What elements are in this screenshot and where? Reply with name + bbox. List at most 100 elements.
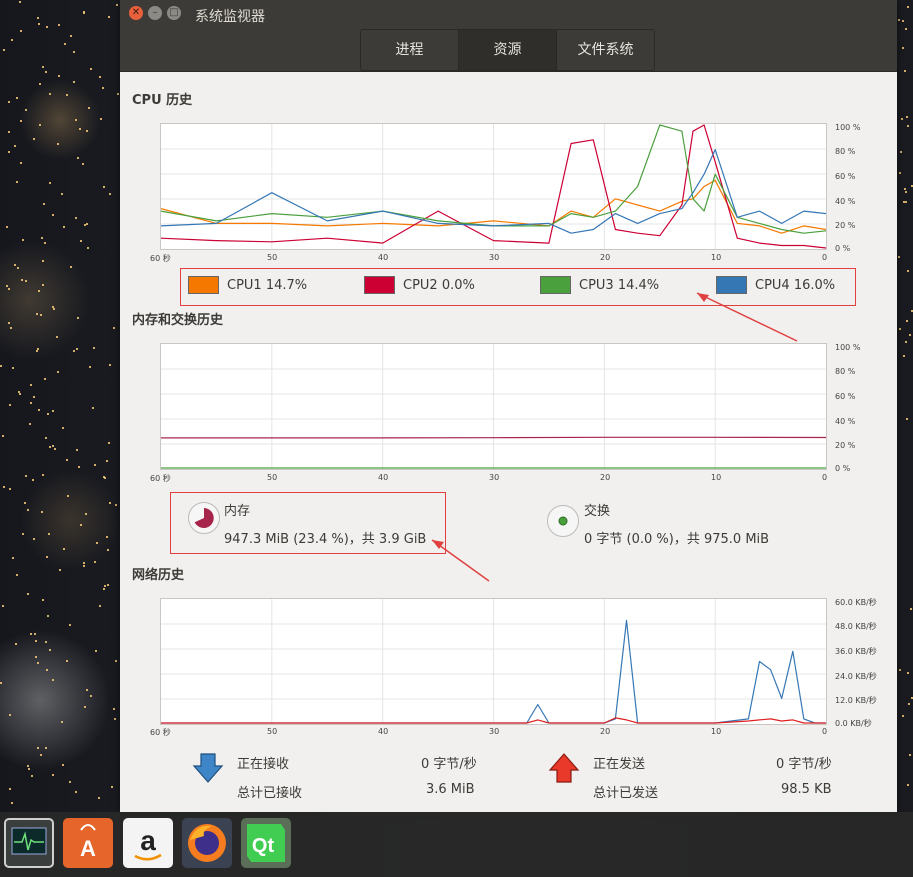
mem-ytick: 40 % <box>835 417 856 426</box>
city-light <box>38 289 41 292</box>
memory-pie-icon[interactable] <box>188 502 220 534</box>
maximize-window-icon[interactable]: □ <box>167 6 181 20</box>
city-light <box>46 669 49 672</box>
city-light <box>99 76 102 79</box>
city-light <box>75 217 78 220</box>
city-light <box>63 42 66 45</box>
network-history-title: 网络历史 <box>132 568 185 583</box>
city-light <box>51 213 54 216</box>
cpu1-color-swatch[interactable] <box>188 276 219 294</box>
cpu4-label: CPU4 <box>755 277 790 293</box>
city-light <box>39 753 42 756</box>
cpu-xtick: 50 <box>267 253 278 262</box>
city-light <box>26 765 29 768</box>
city-light <box>41 259 44 262</box>
city-light <box>905 28 908 31</box>
city-light <box>96 542 99 544</box>
mem-ytick: 60 % <box>835 392 856 401</box>
city-light <box>31 774 34 777</box>
send-arrow-icon[interactable] <box>548 752 580 784</box>
qt-creator-icon[interactable]: Qt <box>241 818 291 868</box>
city-light <box>95 649 98 652</box>
city-light <box>63 226 66 228</box>
legend-item-cpu4[interactable]: CPU4 16.0% <box>716 275 835 295</box>
cpu-xtick: 40 <box>378 253 389 262</box>
cpu-ytick: 100 % <box>835 123 861 132</box>
tab-processes[interactable]: 进程 <box>361 30 459 70</box>
city-light <box>898 255 901 258</box>
city-light <box>27 508 30 511</box>
city-light <box>30 402 33 405</box>
city-light <box>102 86 105 89</box>
city-light <box>8 130 11 133</box>
city-light <box>17 266 20 269</box>
city-light <box>899 171 902 174</box>
mem-ytick: 20 % <box>835 441 856 450</box>
city-light <box>115 4 118 7</box>
city-light <box>92 347 95 350</box>
swap-pie-svg <box>558 516 568 526</box>
city-light <box>898 18 901 21</box>
city-light <box>2 435 5 438</box>
receiving-label: 正在接收 <box>237 757 290 772</box>
cpu2-color-swatch[interactable] <box>364 276 395 294</box>
close-window-icon[interactable]: ✕ <box>129 6 143 20</box>
city-light <box>9 488 12 491</box>
city-light <box>31 478 34 481</box>
legend-item-cpu2[interactable]: CPU2 0.0% <box>364 275 475 295</box>
legend-item-cpu3[interactable]: CPU3 14.4% <box>540 275 659 295</box>
city-light <box>905 200 908 203</box>
city-light <box>36 747 39 750</box>
net-ytick: 36.0 KB/秒 <box>835 647 877 656</box>
city-light <box>909 333 912 336</box>
city-light <box>29 384 32 387</box>
city-light <box>49 445 52 448</box>
city-light <box>901 19 904 22</box>
city-light <box>102 186 105 189</box>
city-light <box>16 181 19 184</box>
cpu3-color-swatch[interactable] <box>540 276 571 294</box>
city-light <box>87 106 90 109</box>
city-light <box>10 326 13 329</box>
city-light <box>81 163 84 166</box>
legend-item-cpu1[interactable]: CPU1 14.7% <box>188 275 307 295</box>
software-center-icon[interactable]: A <box>63 818 113 868</box>
city-light <box>33 138 36 140</box>
tab-file-systems[interactable]: 文件系统 <box>557 30 654 70</box>
city-light <box>905 417 908 420</box>
net-xtick: 30 <box>489 727 500 736</box>
swap-pie-icon[interactable] <box>547 505 579 537</box>
city-light <box>24 108 27 111</box>
cpu4-color-swatch[interactable] <box>716 276 747 294</box>
net-ytick: 48.0 KB/秒 <box>835 622 877 631</box>
system-monitor-icon[interactable] <box>4 818 54 868</box>
city-light <box>62 763 65 766</box>
cpu-graph-svg <box>161 124 826 249</box>
minimize-window-icon[interactable]: – <box>148 6 162 20</box>
city-light <box>21 238 24 241</box>
city-light <box>42 203 45 205</box>
net-xtick: 10 <box>711 727 722 736</box>
city-light <box>19 162 22 165</box>
city-light <box>80 523 83 526</box>
city-light <box>74 118 77 121</box>
city-light <box>103 587 106 590</box>
city-light <box>15 574 18 577</box>
city-light <box>904 191 907 194</box>
city-light <box>93 560 96 563</box>
receive-arrow-icon[interactable] <box>192 752 224 784</box>
city-light <box>60 721 63 724</box>
mem-xtick: 0 <box>822 473 828 482</box>
city-light <box>106 549 109 552</box>
city-light <box>58 569 61 572</box>
svg-text:a: a <box>140 825 156 856</box>
cpu4-value: 16.0% <box>793 277 836 293</box>
firefox-icon[interactable] <box>182 818 232 868</box>
city-light <box>42 599 45 602</box>
city-light <box>87 247 90 250</box>
tab-resources[interactable]: 资源 <box>459 30 557 70</box>
city-light <box>32 395 35 398</box>
city-light <box>28 768 31 771</box>
amazon-icon[interactable]: a <box>123 818 173 868</box>
city-light <box>9 403 12 406</box>
